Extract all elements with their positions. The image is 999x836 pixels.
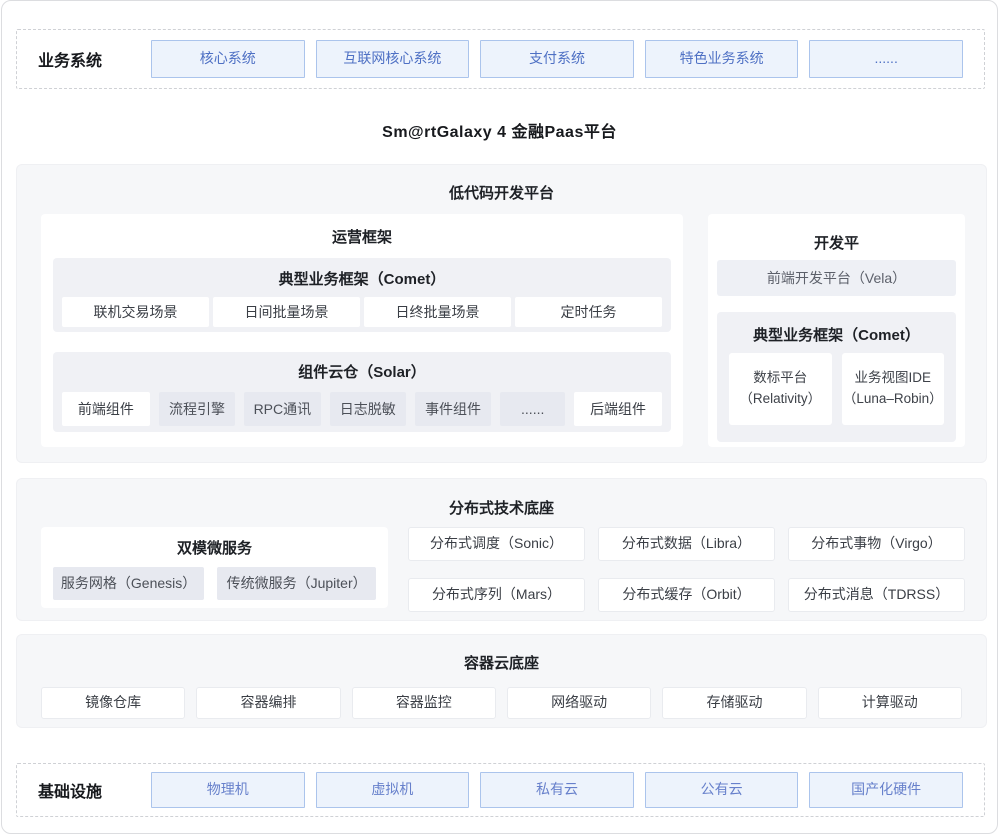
public-cloud-chip: 公有云	[645, 772, 799, 808]
storage-driver-chip: 存储驱动	[662, 687, 806, 719]
solar-chip-rpc: RPC通讯	[244, 392, 320, 426]
container-base-title: 容器云底座	[17, 635, 986, 673]
dev-platform-title: 开发平	[708, 214, 965, 253]
dev-platform-panel: 开发平 前端开发平台（Vela） 典型业务框架（Comet） 数标平台 （Rel…	[708, 214, 965, 447]
physical-machine-chip: 物理机	[151, 772, 305, 808]
business-system-more: ......	[809, 40, 963, 78]
comet-chip-scheduled-task: 定时任务	[515, 297, 662, 327]
solar-subpanel: 组件云仓（Solar） 前端组件 流程引擎 RPC通讯 日志脱敏 事件组件 ..…	[53, 352, 671, 432]
business-system-internet-core: 互联网核心系统	[316, 40, 470, 78]
comet-chip-row: 联机交易场景 日间批量场景 日终批量场景 定时任务	[53, 297, 671, 327]
dual-mode-panel: 双模微服务 服务网格（Genesis） 传统微服务（Jupiter）	[41, 527, 388, 608]
genesis-chip: 服务网格（Genesis）	[53, 567, 204, 600]
luna-robin-chip-line2: （Luna–Robin）	[843, 389, 943, 410]
container-base-chip-row: 镜像仓库 容器编排 容器监控 网络驱动 存储驱动 计算驱动	[17, 687, 986, 719]
low-code-platform-title: 低代码开发平台	[17, 165, 986, 203]
business-systems-label: 业务系统	[38, 47, 122, 71]
relativity-chip-line2: （Relativity）	[739, 389, 821, 410]
distributed-base-title: 分布式技术底座	[17, 479, 986, 518]
business-system-core: 核心系统	[151, 40, 305, 78]
solar-chip-log-masking: 日志脱敏	[330, 392, 406, 426]
mars-chip: 分布式序列（Mars）	[408, 578, 585, 612]
domestic-hardware-chip: 国产化硬件	[809, 772, 963, 808]
virgo-chip: 分布式事物（Virgo）	[788, 527, 965, 561]
operation-framework-panel: 运营框架 典型业务框架（Comet） 联机交易场景 日间批量场景 日终批量场景 …	[41, 214, 683, 447]
virtual-machine-chip: 虚拟机	[316, 772, 470, 808]
luna-robin-chip: 业务视图IDE （Luna–Robin）	[842, 353, 945, 425]
distributed-services-grid: 分布式调度（Sonic） 分布式数据（Libra） 分布式事物（Virgo） 分…	[408, 527, 965, 612]
dev-comet-subpanel: 典型业务框架（Comet） 数标平台 （Relativity） 业务视图IDE …	[717, 312, 956, 442]
container-base-section: 容器云底座 镜像仓库 容器编排 容器监控 网络驱动 存储驱动 计算驱动	[16, 634, 987, 728]
solar-chip-event-components: 事件组件	[415, 392, 491, 426]
business-system-payment: 支付系统	[480, 40, 634, 78]
jupiter-chip: 传统微服务（Jupiter）	[217, 567, 376, 600]
solar-chip-frontend-components: 前端组件	[62, 392, 150, 426]
comet-subpanel: 典型业务框架（Comet） 联机交易场景 日间批量场景 日终批量场景 定时任务	[53, 258, 671, 332]
comet-title: 典型业务框架（Comet）	[53, 258, 671, 289]
distributed-base-section: 分布式技术底座 双模微服务 服务网格（Genesis） 传统微服务（Jupite…	[16, 478, 987, 621]
solar-chip-row: 前端组件 流程引擎 RPC通讯 日志脱敏 事件组件 ...... 后端组件	[53, 392, 671, 426]
solar-chip-backend-components: 后端组件	[574, 392, 662, 426]
infrastructure-row: 基础设施 物理机 虚拟机 私有云 公有云 国产化硬件	[16, 763, 985, 817]
container-monitoring-chip: 容器监控	[352, 687, 496, 719]
solar-chip-process-engine: 流程引擎	[159, 392, 235, 426]
dual-mode-chip-row: 服务网格（Genesis） 传统微服务（Jupiter）	[41, 567, 388, 600]
sonic-chip: 分布式调度（Sonic）	[408, 527, 585, 561]
dev-comet-chip-row: 数标平台 （Relativity） 业务视图IDE （Luna–Robin）	[717, 353, 956, 425]
tdrss-chip: 分布式消息（TDRSS）	[788, 578, 965, 612]
orbit-chip: 分布式缓存（Orbit）	[598, 578, 775, 612]
libra-chip: 分布式数据（Libra）	[598, 527, 775, 561]
dual-mode-title: 双模微服务	[41, 527, 388, 558]
vela-chip: 前端开发平台（Vela）	[717, 260, 956, 296]
solar-title: 组件云仓（Solar）	[53, 352, 671, 382]
low-code-platform-section: 低代码开发平台 运营框架 典型业务框架（Comet） 联机交易场景 日间批量场景…	[16, 164, 987, 463]
solar-chip-more: ......	[500, 392, 565, 426]
comet-chip-online-trade: 联机交易场景	[62, 297, 209, 327]
dev-comet-title: 典型业务框架（Comet）	[717, 312, 956, 345]
network-driver-chip: 网络驱动	[507, 687, 651, 719]
business-system-special: 特色业务系统	[645, 40, 799, 78]
architecture-diagram: 业务系统 核心系统 互联网核心系统 支付系统 特色业务系统 ...... Sm@…	[1, 0, 998, 834]
infrastructure-label: 基础设施	[38, 778, 122, 802]
page-title: Sm@rtGalaxy 4 金融Paas平台	[2, 118, 997, 142]
luna-robin-chip-line1: 业务视图IDE	[854, 368, 931, 389]
relativity-chip: 数标平台 （Relativity）	[729, 353, 832, 425]
business-systems-row: 业务系统 核心系统 互联网核心系统 支付系统 特色业务系统 ......	[16, 29, 985, 89]
comet-chip-endofday-batch: 日终批量场景	[364, 297, 511, 327]
comet-chip-daytime-batch: 日间批量场景	[213, 297, 360, 327]
image-registry-chip: 镜像仓库	[41, 687, 185, 719]
private-cloud-chip: 私有云	[480, 772, 634, 808]
operation-framework-title: 运营框架	[41, 214, 683, 247]
container-orchestration-chip: 容器编排	[196, 687, 340, 719]
compute-driver-chip: 计算驱动	[818, 687, 962, 719]
relativity-chip-line1: 数标平台	[753, 368, 807, 389]
